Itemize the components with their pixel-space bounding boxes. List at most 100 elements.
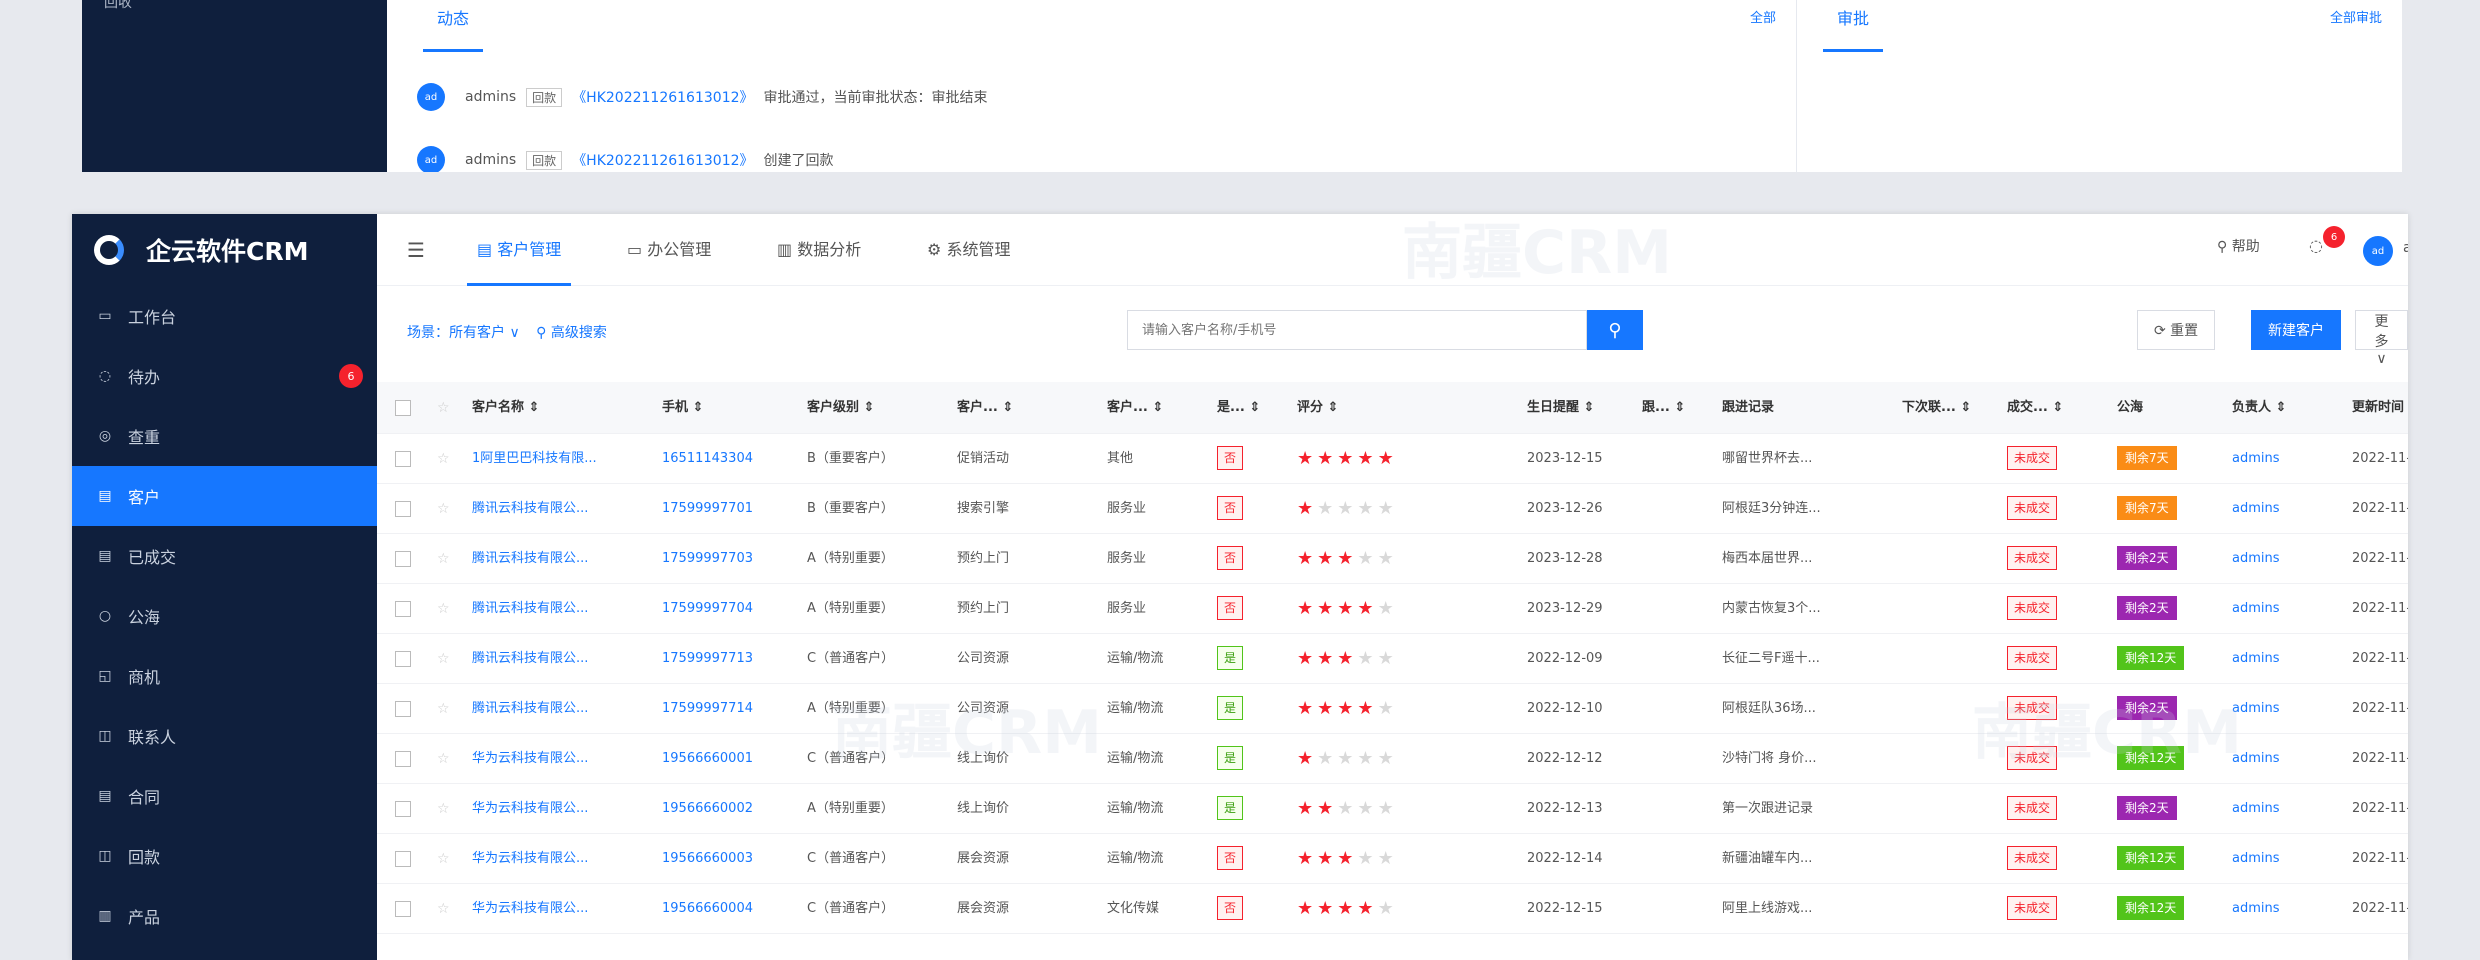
table-row[interactable]: ☆ 腾讯云科技有限公... 17599997704 A（特别重要） 预约上门 服务业否 ★★… (377, 584, 2408, 634)
column-header[interactable]: 更新时间 ⇕ (2352, 382, 2408, 432)
table-row[interactable]: ☆ 华为云科技有限公... 19566660002 A（特别重要） 线上询价 运输/物流 是… (377, 784, 2408, 834)
new-customer-button[interactable]: 新建客户 (2251, 310, 2341, 350)
sidebar-item[interactable]: ▤ 客户 (72, 466, 377, 526)
more-button[interactable]: 更多 ∨ (2355, 310, 2408, 367)
help-button[interactable]: ⚲ 帮助 (2217, 236, 2260, 256)
row-checkbox[interactable] (395, 851, 411, 867)
owner-link[interactable]: admins (2232, 634, 2280, 684)
phone-link[interactable]: 19566660002 (662, 784, 753, 834)
tab-system-management[interactable]: ⚙ 系统管理 (927, 214, 1010, 286)
sidebar-item[interactable]: ▭ 工作台 (72, 286, 377, 346)
customer-name-link[interactable]: 1阿里巴巴科技有限... (472, 434, 597, 484)
phone-link[interactable]: 17599997701 (662, 484, 753, 534)
table-row[interactable]: ☆ 华为云科技有限公... 19566660001 C（普通客户） 线上询价 运输/物流 是… (377, 734, 2408, 784)
activity-record-link[interactable]: 《HK202211261613012》 (572, 150, 753, 170)
row-checkbox[interactable] (395, 901, 411, 917)
table-row[interactable]: ☆ 腾讯云科技有限公... 17599997701 B（重要客户） 搜索引擎 服务业否 ★★… (377, 484, 2408, 534)
column-header[interactable]: 客户级别 ⇕ (807, 382, 874, 432)
customer-name-link[interactable]: 腾讯云科技有限公... (472, 684, 588, 734)
user-name[interactable]: admins (2403, 240, 2408, 256)
column-header[interactable]: 跟... ⇕ (1642, 382, 1685, 432)
sidebar-item-recycle[interactable]: 回收 (104, 0, 132, 12)
column-header[interactable]: 客户... ⇕ (1107, 382, 1163, 432)
sidebar-item[interactable]: ◫ 回款 (72, 826, 377, 886)
search-button[interactable]: ⚲ (1587, 310, 1643, 350)
phone-link[interactable]: 16511143304 (662, 434, 753, 484)
advanced-search-link[interactable]: ⚲ 高级搜索 (536, 325, 607, 341)
tab-activity[interactable]: 动态 (422, 0, 484, 52)
scene-filter[interactable]: 场景：所有客户 ∨ ⚲ 高级搜索 (407, 322, 607, 342)
sidebar-item[interactable]: ◱ 商机 (72, 646, 377, 706)
sidebar-item[interactable]: ○ 公海 (72, 586, 377, 646)
phone-link[interactable]: 19566660004 (662, 884, 753, 934)
row-checkbox[interactable] (395, 501, 411, 517)
customer-name-link[interactable]: 腾讯云科技有限公... (472, 634, 588, 684)
favorite-star-icon[interactable]: ☆ (437, 534, 450, 584)
tab-approval[interactable]: 审批 (1822, 0, 1884, 52)
column-header[interactable]: 是... ⇕ (1217, 382, 1260, 432)
column-header[interactable]: 客户名称 ⇕ (472, 382, 539, 432)
owner-link[interactable]: admins (2232, 734, 2280, 784)
bell-icon[interactable]: ◌ (2309, 236, 2323, 255)
tab-customer-management[interactable]: ▤ 客户管理 (466, 214, 572, 286)
column-header[interactable]: 下次联... ⇕ (1902, 382, 1971, 432)
avatar[interactable]: ad (2363, 236, 2393, 266)
column-header[interactable]: 成交... ⇕ (2007, 382, 2063, 432)
favorite-star-icon[interactable]: ☆ (437, 784, 450, 834)
customer-name-link[interactable]: 腾讯云科技有限公... (472, 534, 588, 584)
table-row[interactable]: ☆ 腾讯云科技有限公... 17599997703 A（特别重要） 预约上门 服务业否 ★★… (377, 534, 2408, 584)
owner-link[interactable]: admins (2232, 534, 2280, 584)
phone-link[interactable]: 17599997703 (662, 534, 753, 584)
owner-link[interactable]: admins (2232, 884, 2280, 934)
reset-button[interactable]: ⟳ 重置 (2137, 310, 2216, 350)
owner-link[interactable]: admins (2232, 834, 2280, 884)
sidebar-item[interactable]: ◌ 待办 6 (72, 346, 377, 406)
sidebar-item[interactable]: ▤ 已成交 (72, 526, 377, 586)
owner-link[interactable]: admins (2232, 434, 2280, 484)
table-row[interactable]: ☆ 华为云科技有限公... 19566660004 C（普通客户） 展会资源 文化传媒 否 ★… (377, 884, 2408, 934)
tab-data-analysis[interactable]: ▥ 数据分析 (777, 214, 861, 286)
column-header[interactable]: 负责人 ⇕ (2232, 382, 2286, 432)
table-row[interactable]: ☆ 华为云科技有限公... 19566660003 C（普通客户） 展会资源 运输/物流 否… (377, 834, 2408, 884)
favorite-star-icon[interactable]: ☆ (437, 684, 450, 734)
sidebar-item[interactable]: ▤ 合同 (72, 766, 377, 826)
column-header[interactable]: 客户... ⇕ (957, 382, 1013, 432)
sidebar-item[interactable]: ▥ 产品 (72, 886, 377, 946)
phone-link[interactable]: 17599997704 (662, 584, 753, 634)
table-row[interactable]: ☆ 腾讯云科技有限公... 17599997713 C（普通客户） 公司资源 运输/物流 是… (377, 634, 2408, 684)
activity-record-link[interactable]: 《HK202211261613012》 (572, 87, 753, 107)
column-header[interactable]: 手机 ⇕ (662, 382, 703, 432)
customer-name-link[interactable]: 华为云科技有限公... (472, 884, 588, 934)
customer-name-link[interactable]: 华为云科技有限公... (472, 834, 588, 884)
phone-link[interactable]: 19566660001 (662, 734, 753, 784)
sidebar-item[interactable]: ◫ 联系人 (72, 706, 377, 766)
owner-link[interactable]: admins (2232, 484, 2280, 534)
favorite-star-icon[interactable]: ☆ (437, 634, 450, 684)
menu-toggle-icon[interactable]: ☰ (407, 214, 425, 286)
phone-link[interactable]: 17599997713 (662, 634, 753, 684)
owner-link[interactable]: admins (2232, 784, 2280, 834)
favorite-star-icon[interactable]: ☆ (437, 834, 450, 884)
customer-name-link[interactable]: 华为云科技有限公... (472, 784, 588, 834)
all-approval-link[interactable]: 全部审批 (2330, 0, 2382, 38)
table-row[interactable]: ☆ 腾讯云科技有限公... 17599997714 A（特别重要） 公司资源 运输/物流 是… (377, 684, 2408, 734)
favorite-star-icon[interactable]: ☆ (437, 884, 450, 934)
favorite-star-icon[interactable]: ☆ (437, 734, 450, 784)
owner-link[interactable]: admins (2232, 584, 2280, 634)
row-checkbox[interactable] (395, 801, 411, 817)
row-checkbox[interactable] (395, 601, 411, 617)
customer-name-link[interactable]: 腾讯云科技有限公... (472, 484, 588, 534)
column-header[interactable]: 评分 ⇕ (1297, 382, 1338, 432)
row-checkbox[interactable] (395, 701, 411, 717)
row-checkbox[interactable] (395, 751, 411, 767)
search-input[interactable] (1127, 310, 1587, 350)
table-row[interactable]: ☆ 1阿里巴巴科技有限... 16511143304 B（重要客户） 促销活动 其他否 ★★… (377, 434, 2408, 484)
select-all-checkbox[interactable] (395, 400, 411, 416)
customer-name-link[interactable]: 华为云科技有限公... (472, 734, 588, 784)
row-checkbox[interactable] (395, 451, 411, 467)
favorite-star-icon[interactable]: ☆ (437, 434, 450, 484)
row-checkbox[interactable] (395, 651, 411, 667)
row-checkbox[interactable] (395, 551, 411, 567)
owner-link[interactable]: admins (2232, 684, 2280, 734)
favorite-star-icon[interactable]: ☆ (437, 484, 450, 534)
